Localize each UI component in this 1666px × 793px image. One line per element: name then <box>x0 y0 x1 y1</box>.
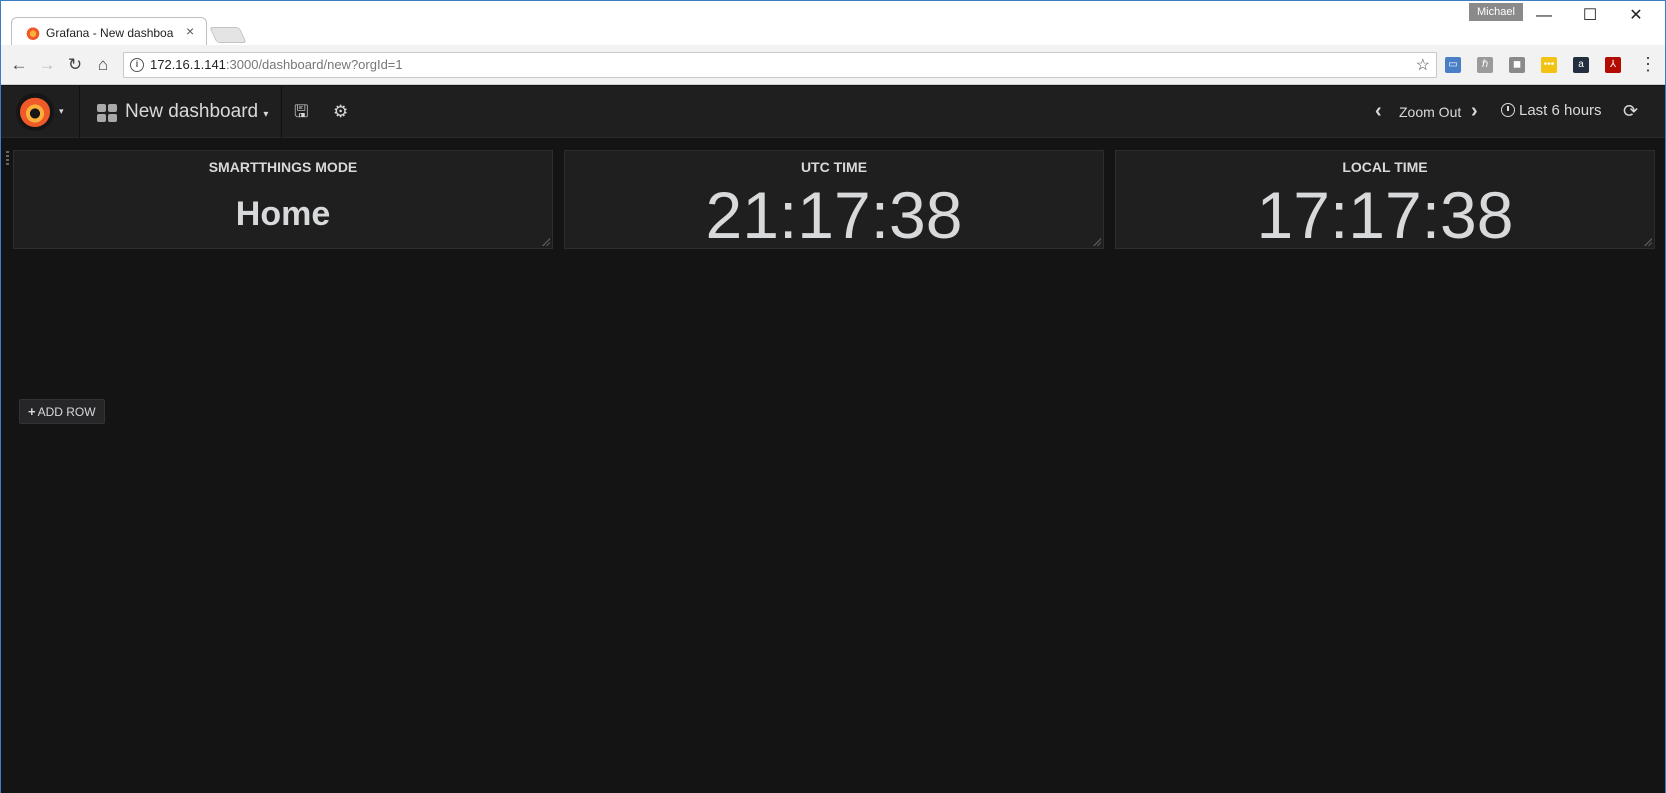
time-shift-forward-icon[interactable]: › <box>1471 100 1478 123</box>
grafana-logo-icon[interactable] <box>16 93 54 131</box>
maximize-button[interactable]: ☐ <box>1567 5 1613 27</box>
chrome-menu-icon[interactable]: ⋮ <box>1639 53 1657 75</box>
zoom-out-button[interactable]: Zoom Out <box>1399 104 1461 120</box>
refresh-icon[interactable]: ⟳ <box>1623 101 1638 122</box>
panel-utc-time[interactable]: UTC TIME 21:17:38 <box>564 150 1104 252</box>
dashboard-grid-icon <box>97 104 117 122</box>
navbar-divider <box>79 86 80 138</box>
time-shift-back-icon[interactable]: ‹ <box>1375 100 1382 123</box>
forward-icon[interactable]: → <box>37 55 57 75</box>
panel-value: 17:17:38 <box>1256 178 1514 252</box>
panel-local-time[interactable]: LOCAL TIME 17:17:38 <box>1115 150 1655 252</box>
grafana-favicon-icon <box>26 26 40 40</box>
side-menu-caret-icon[interactable]: ▾ <box>59 106 64 117</box>
back-icon[interactable]: ← <box>9 55 29 75</box>
add-row-button[interactable]: + ADD ROW <box>19 399 105 424</box>
new-tab-button[interactable] <box>209 27 247 43</box>
dashboard-caret-icon: ▾ <box>263 109 269 120</box>
browser-window: Grafana - New dashboard × Michael — ☐ ✕ … <box>0 0 1666 793</box>
time-range-picker[interactable]: Last 6 hours <box>1501 102 1602 119</box>
evernote-icon[interactable]: ℏ <box>1477 57 1493 73</box>
cast-icon[interactable]: ▭ <box>1445 57 1461 73</box>
url-host: 172.16.1.141 <box>150 57 226 72</box>
home-icon[interactable]: ⌂ <box>93 55 113 75</box>
browser-toolbar: ← → ↻ ⌂ i 172.16.1.141:3000/dashboard/ne… <box>1 45 1665 85</box>
tab-strip: Grafana - New dashboard × Michael — ☐ ✕ <box>1 1 1665 46</box>
tab-title: Grafana - New dashboard <box>46 26 174 40</box>
panel-value: Home <box>235 195 331 233</box>
browser-tab-grafana[interactable]: Grafana - New dashboard × <box>11 17 207 46</box>
panel-resize-handle-icon[interactable] <box>1093 238 1101 246</box>
minimize-button[interactable]: — <box>1521 5 1567 27</box>
plus-icon: + <box>28 404 36 419</box>
amazon-assistant-icon[interactable]: a <box>1573 57 1589 73</box>
settings-gear-icon[interactable]: ⚙ <box>333 102 348 122</box>
panel-title[interactable]: UTC TIME <box>565 159 1103 175</box>
tab-close-icon[interactable]: × <box>186 23 194 39</box>
url-text: 172.16.1.141:3000/dashboard/new?orgId=1 <box>150 57 403 72</box>
panel-title[interactable]: LOCAL TIME <box>1116 159 1654 175</box>
save-dashboard-icon[interactable]: 🖫 <box>294 102 308 122</box>
reload-icon[interactable]: ↻ <box>65 55 85 75</box>
time-range-label: Last 6 hours <box>1519 102 1602 119</box>
panel-title[interactable]: SMARTTHINGS MODE <box>14 159 552 175</box>
navbar-divider <box>281 86 282 138</box>
site-info-icon[interactable]: i <box>130 58 144 72</box>
dashboard-title-dropdown[interactable]: New dashboard ▾ <box>125 101 268 123</box>
panel-value: 21:17:38 <box>705 178 963 252</box>
keeper-extension-icon[interactable]: ••• <box>1541 57 1557 73</box>
address-bar[interactable]: i 172.16.1.141:3000/dashboard/new?orgId=… <box>123 52 1437 78</box>
url-path: :3000/dashboard/new?orgId=1 <box>225 57 403 72</box>
panel-resize-handle-icon[interactable] <box>1644 238 1652 246</box>
row-drag-handle-icon[interactable] <box>6 151 9 165</box>
panel-resize-handle-icon[interactable] <box>542 238 550 246</box>
grafana-navbar: ▾ New dashboard ▾ 🖫 ⚙ ‹ Zoom Out › Last … <box>1 86 1665 138</box>
dashboard-body: SMARTTHINGS MODE Home UTC TIME 21:17:38 … <box>1 139 1665 793</box>
add-row-label: ADD ROW <box>37 405 96 419</box>
shield-extension-icon[interactable]: ◼ <box>1509 57 1525 73</box>
close-window-button[interactable]: ✕ <box>1613 5 1659 27</box>
adobe-acrobat-icon[interactable]: ⅄ <box>1605 57 1621 73</box>
profile-badge[interactable]: Michael <box>1469 3 1523 21</box>
bookmark-star-icon[interactable]: ☆ <box>1416 55 1430 75</box>
clock-icon <box>1501 103 1515 117</box>
panel-smartthings-mode[interactable]: SMARTTHINGS MODE Home <box>13 150 553 249</box>
dashboard-title: New dashboard <box>125 101 259 122</box>
